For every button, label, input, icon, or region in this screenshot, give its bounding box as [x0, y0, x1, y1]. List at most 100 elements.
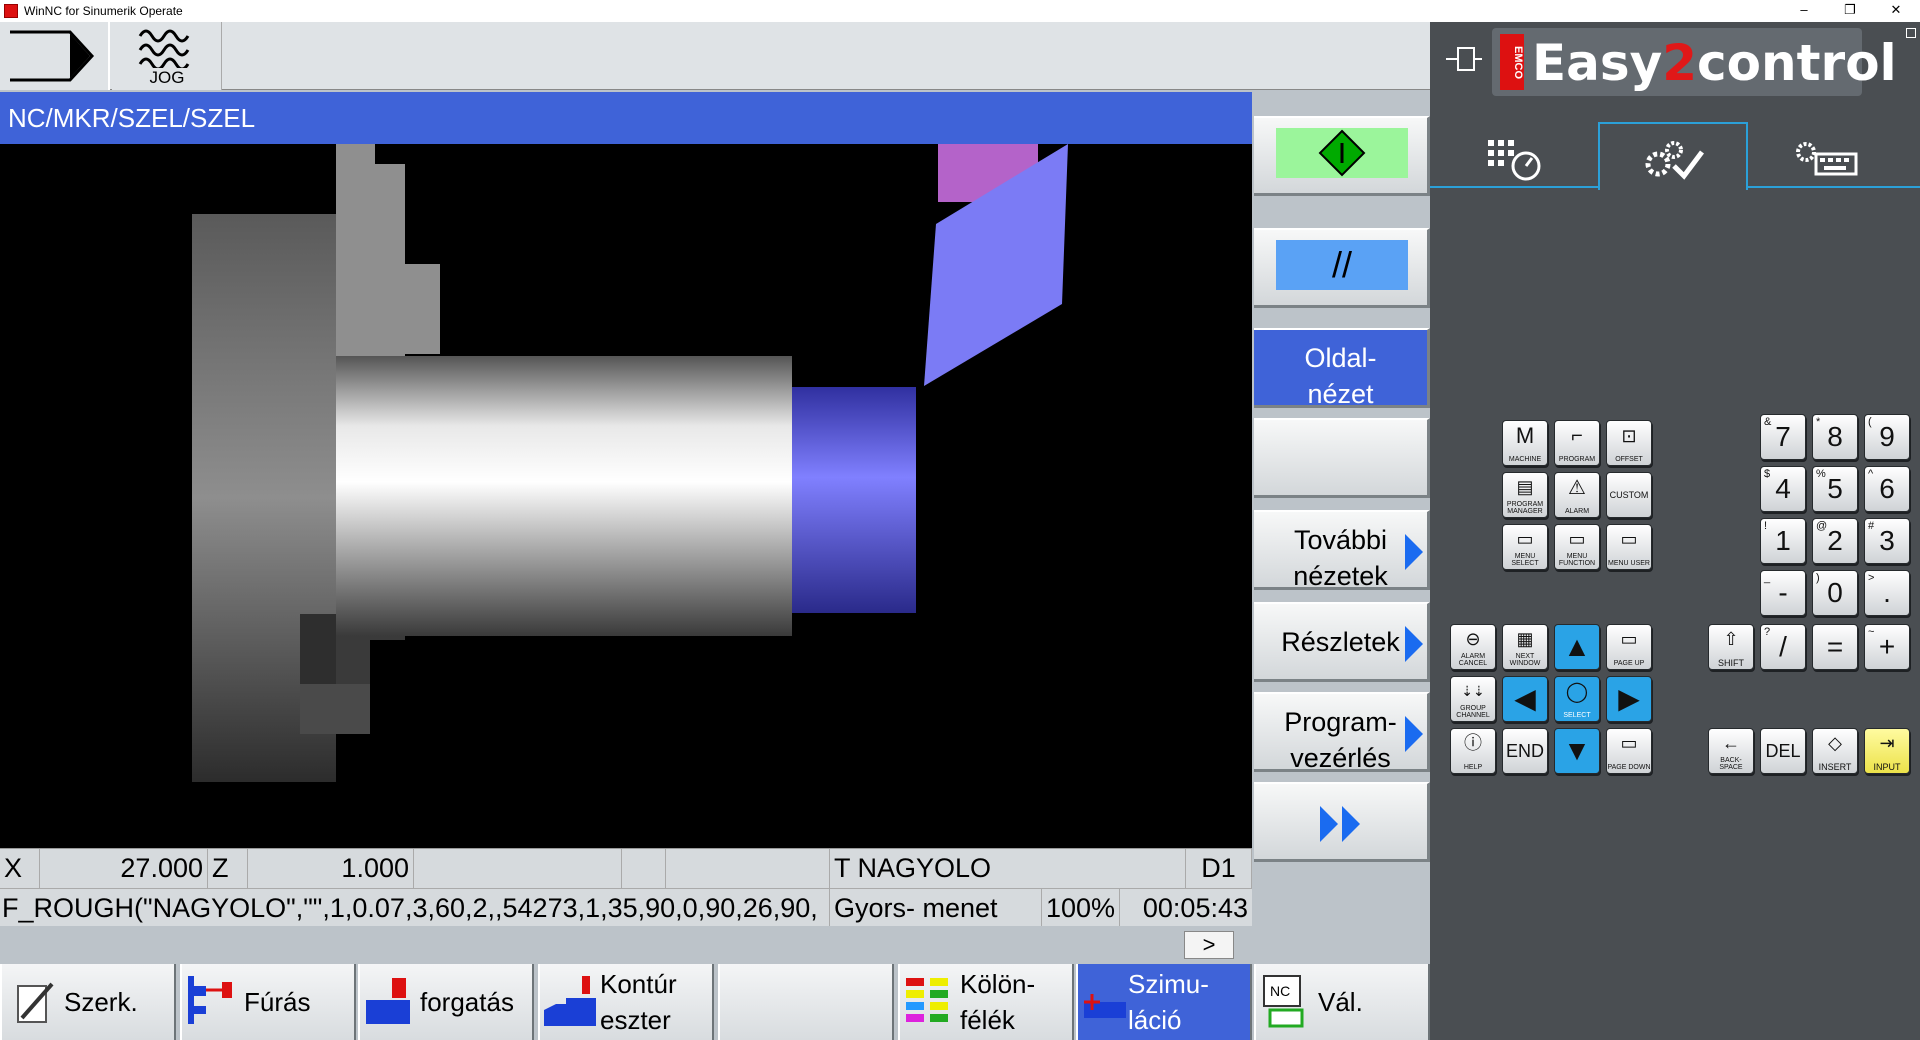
- empty-softkey[interactable]: [1254, 418, 1430, 498]
- select-key[interactable]: ◯ SELECT: [1554, 676, 1600, 722]
- edit-softkey[interactable]: Szerk.: [0, 964, 176, 1040]
- misc-softkey[interactable]: Kölön- félék: [898, 964, 1074, 1040]
- key-9[interactable]: (9: [1864, 414, 1910, 460]
- gear-keyboard-icon: [1796, 142, 1858, 176]
- x-axis-label: X: [0, 849, 40, 888]
- keypad-gauge-icon: [1488, 140, 1541, 181]
- side-view-softkey[interactable]: Oldal- nézet: [1254, 328, 1430, 409]
- tab-keyboard-settings[interactable]: [1754, 122, 1904, 188]
- help-key[interactable]: ⓘ HELP: [1450, 728, 1496, 774]
- more-views-softkey[interactable]: További nézetek: [1254, 510, 1430, 591]
- key-8[interactable]: * 8: [1812, 414, 1858, 460]
- simulation-icon: [1084, 994, 1126, 1018]
- key-0[interactable]: ) 0: [1812, 570, 1858, 616]
- machine-key[interactable]: M MACHINE: [1502, 420, 1548, 466]
- parallel-icon: //: [1276, 240, 1408, 290]
- position-status: X 27.000 Z 1.000 T NAGYOLO D1: [0, 848, 1252, 888]
- group-channel-key[interactable]: ⇣⇣ GROUP CHANNEL: [1450, 676, 1496, 722]
- vertical-softkeys: // Oldal- nézet További nézetek Részlete…: [1252, 92, 1430, 962]
- page-up-key[interactable]: ▭ PAGE UP: [1606, 624, 1652, 670]
- turning-icon: [366, 978, 410, 1024]
- tab-settings[interactable]: [1598, 122, 1748, 190]
- key-5[interactable]: % 5: [1812, 466, 1858, 512]
- key-1[interactable]: ! 1: [1760, 518, 1806, 564]
- restore-button[interactable]: ❐: [1830, 0, 1870, 22]
- empty-cell: [622, 849, 666, 888]
- turning-softkey[interactable]: forgatás: [358, 964, 534, 1040]
- simulation-softkey[interactable]: Szimu- láció: [1076, 964, 1252, 1040]
- drilling-softkey[interactable]: Fúrás: [180, 964, 356, 1040]
- key-plus[interactable]: ~ +: [1864, 624, 1910, 670]
- alarm-cancel-key[interactable]: ⊖ ALARM CANCEL: [1450, 624, 1496, 670]
- fast-forward-icon: [1320, 806, 1360, 842]
- more-button[interactable]: >: [1184, 931, 1234, 959]
- custom-key[interactable]: CUSTOM: [1606, 472, 1652, 518]
- easy2control-logo: EMCO Easy2control: [1492, 28, 1897, 96]
- key-dot[interactable]: >.: [1864, 570, 1910, 616]
- top-toolbar: JOG: [0, 22, 1430, 90]
- minimize-button[interactable]: –: [1784, 0, 1824, 22]
- stop-softkey[interactable]: //: [1254, 228, 1430, 308]
- elapsed-time: 00:05:43: [1142, 893, 1248, 923]
- select-nc-softkey[interactable]: NC Vál.: [1254, 964, 1430, 1040]
- panel-restore-icon[interactable]: [1906, 28, 1916, 38]
- key-4[interactable]: $4: [1760, 466, 1806, 512]
- shift-key[interactable]: ⇧ SHIFT: [1708, 624, 1754, 670]
- page-down-key[interactable]: ▭ PAGE DOWN: [1606, 728, 1652, 774]
- workpiece: [336, 356, 792, 636]
- chevron-right-icon: [1405, 626, 1423, 662]
- del-key[interactable]: DEL: [1760, 728, 1806, 774]
- program-control-softkey[interactable]: Program- vezérlés: [1254, 692, 1430, 773]
- key-2[interactable]: @2: [1812, 518, 1858, 564]
- key-7[interactable]: & 7: [1760, 414, 1806, 460]
- gear-check-icon: [1645, 141, 1704, 180]
- z-axis-label: Z: [208, 849, 248, 888]
- arrow-up-key[interactable]: ▲: [1554, 624, 1600, 670]
- program-manager-key[interactable]: ▤ PROGRAM MANAGER: [1502, 472, 1548, 518]
- key-slash[interactable]: ? /: [1760, 624, 1806, 670]
- menu-user-key[interactable]: ▭ MENU USER: [1606, 524, 1652, 570]
- cycle-start-softkey[interactable]: [1254, 116, 1430, 196]
- program-path: NC/MKR/SZEL/SZEL: [0, 92, 1252, 144]
- empty-cell: [666, 849, 830, 888]
- arrow-left-key[interactable]: ◀: [1502, 676, 1548, 722]
- exit-panel-icon[interactable]: [1444, 44, 1484, 74]
- feed-mode: Gyors- menet: [830, 889, 1042, 926]
- input-key[interactable]: ⇥ INPUT: [1864, 728, 1910, 774]
- backspace-key[interactable]: ← BACK-SPACE: [1708, 728, 1754, 774]
- details-softkey[interactable]: Részletek: [1254, 602, 1430, 682]
- arrow-down-key[interactable]: ▼: [1554, 728, 1600, 774]
- program-key[interactable]: ⌐ PROGRAM: [1554, 420, 1600, 466]
- key-3[interactable]: #3: [1864, 518, 1910, 564]
- horizontal-softkeys: Szerk. Fúrás forgatás Kontúr eszter Kölö…: [0, 962, 1430, 1040]
- contour-icon: [544, 976, 596, 1026]
- simulation-viewport[interactable]: [0, 144, 1252, 848]
- contour-turning-softkey[interactable]: Kontúr eszter: [538, 964, 714, 1040]
- next-window-key[interactable]: ▦ NEXT WINDOW: [1502, 624, 1548, 670]
- arrow-right-key[interactable]: ▶: [1606, 676, 1652, 722]
- close-button[interactable]: ✕: [1876, 0, 1916, 22]
- key-equals[interactable]: =: [1812, 624, 1858, 670]
- key-6[interactable]: ^ 6: [1864, 466, 1910, 512]
- details-label: Részletek: [1281, 627, 1400, 657]
- tab-machine-panel[interactable]: [1430, 122, 1580, 188]
- turning-label: forgatás: [420, 987, 514, 1017]
- edit-label: Szerk.: [64, 987, 138, 1017]
- menu-select-key[interactable]: ▭ MENU SELECT: [1502, 524, 1548, 570]
- chevron-right-icon: [1405, 534, 1423, 570]
- machine-mode-icon[interactable]: [0, 22, 110, 90]
- logo-text: Easy2control: [1532, 34, 1897, 92]
- svg-text:NC: NC: [1270, 983, 1290, 999]
- jog-mode-icon[interactable]: JOG: [112, 22, 222, 90]
- end-key[interactable]: END: [1502, 728, 1548, 774]
- jog-label: JOG: [149, 68, 185, 87]
- program-status: F_ROUGH("NAGYOLO","",1,0.07,3,60,2,,5427…: [0, 888, 1252, 926]
- arrow-left-icon: ◀: [1514, 683, 1536, 714]
- menu-function-key[interactable]: ▭ MENU FUNCTION: [1554, 524, 1600, 570]
- insert-key[interactable]: ◇ INSERT: [1812, 728, 1858, 774]
- offset-key[interactable]: ⊡ OFFSET: [1606, 420, 1652, 466]
- fast-forward-softkey[interactable]: [1254, 782, 1430, 862]
- empty-softkey[interactable]: [718, 964, 894, 1040]
- alarm-key[interactable]: ⚠ ALARM: [1554, 472, 1600, 518]
- key-minus[interactable]: _ -: [1760, 570, 1806, 616]
